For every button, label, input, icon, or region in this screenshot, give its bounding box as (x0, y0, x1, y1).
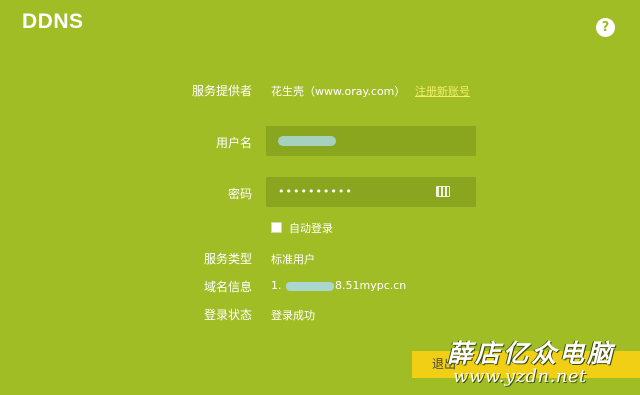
provider-label: 服务提供者 (191, 84, 252, 98)
domain-suffix: 8.51mypc.cn (335, 279, 407, 292)
register-link[interactable]: 注册新账号 (415, 83, 470, 99)
username-label: 用户名 (215, 136, 252, 150)
keyboard-icon[interactable] (436, 186, 450, 197)
domain-prefix: 1. (271, 279, 282, 292)
domain-redacted (286, 281, 334, 291)
provider-value: 花生壳（www.oray.com） (271, 85, 406, 98)
page-title: DDNS (22, 10, 84, 33)
auto-login-checkbox[interactable] (271, 222, 282, 233)
login-status-label: 登录状态 (203, 308, 252, 322)
domain-info-value: 1. 8.51mypc.cn (271, 279, 406, 292)
password-field[interactable]: •••••••••• (266, 177, 476, 207)
username-value (278, 134, 336, 149)
username-field[interactable] (266, 126, 476, 156)
auto-login-label: 自动登录 (289, 222, 333, 235)
help-icon[interactable]: ? (596, 18, 615, 37)
password-label: 密码 (227, 187, 252, 201)
watermark-text: 薛店亿众电脑 (447, 339, 616, 368)
watermark-url: www.yzdn.net (453, 366, 587, 387)
service-type-value: 标准用户 (271, 253, 315, 266)
password-value: •••••••••• (278, 185, 353, 198)
service-type-label: 服务类型 (203, 252, 252, 266)
domain-info-label: 域名信息 (203, 280, 252, 294)
login-status-value: 登录成功 (271, 309, 315, 322)
username-redacted (278, 136, 336, 146)
